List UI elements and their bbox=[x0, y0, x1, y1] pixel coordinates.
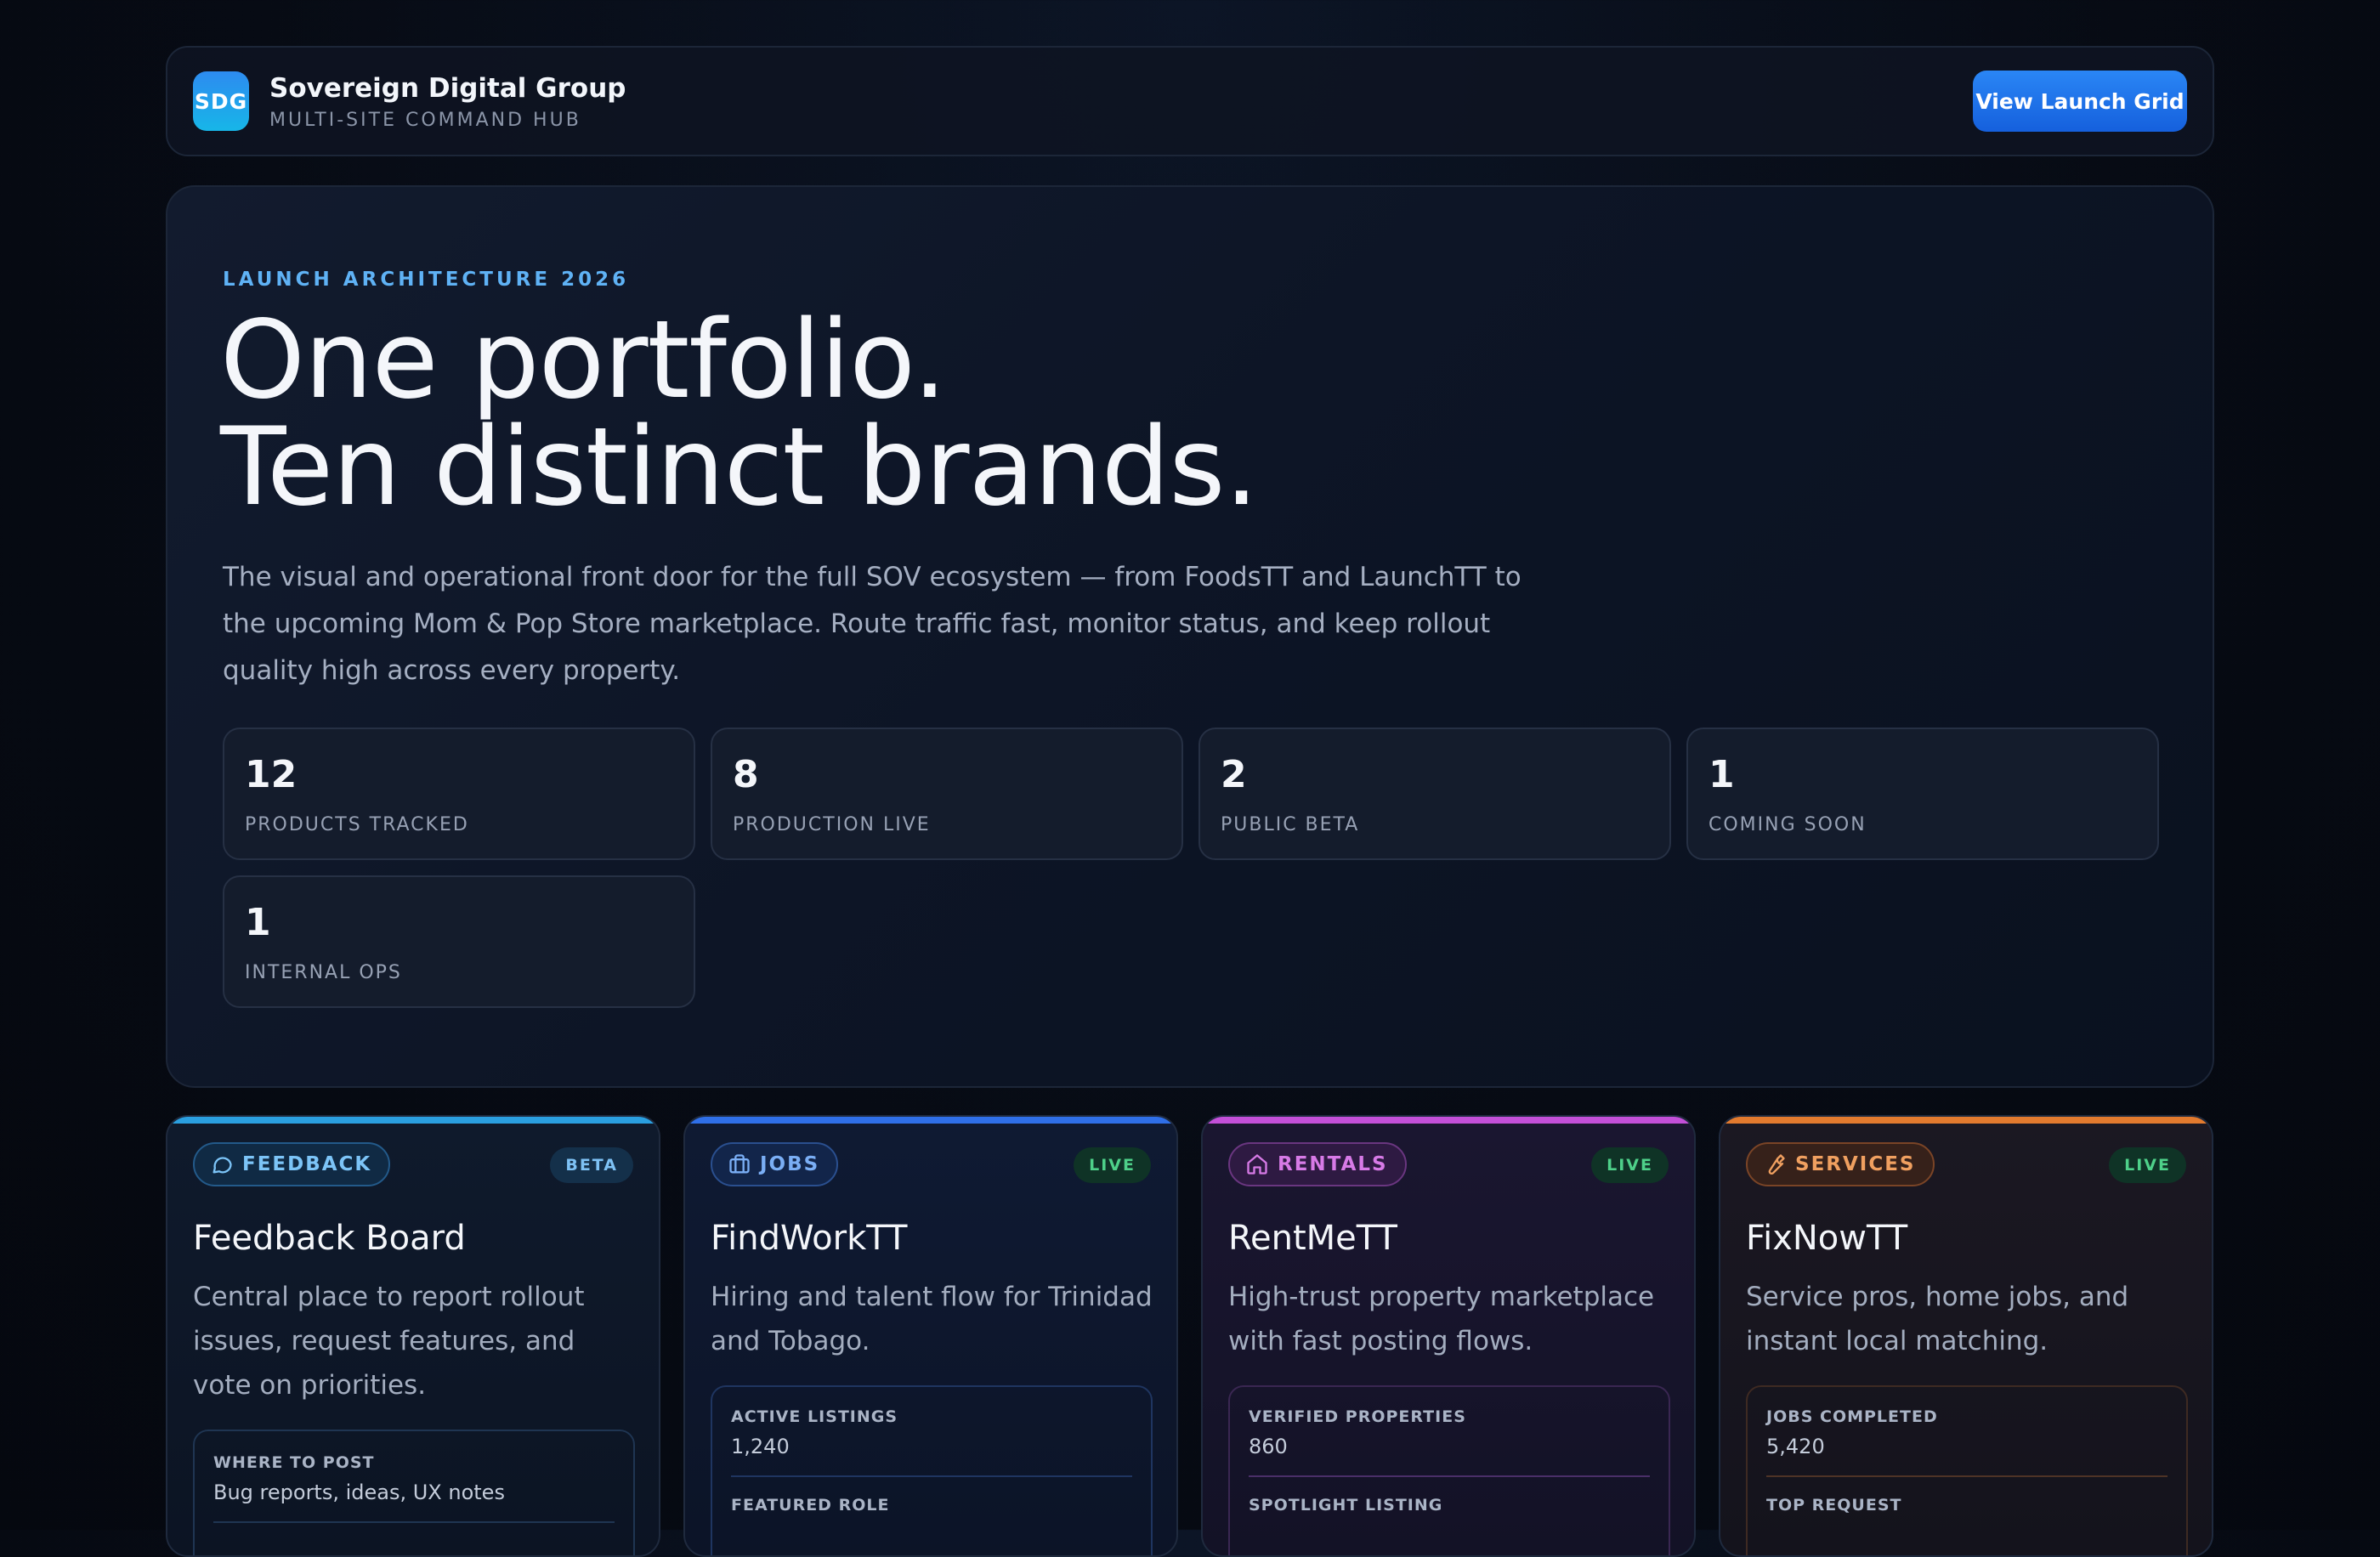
metric-value: 1,240 bbox=[731, 1435, 790, 1458]
metric-label: JOBS COMPLETED bbox=[1766, 1407, 1938, 1426]
status-badge-beta: BETA bbox=[550, 1147, 633, 1183]
chat-bubble-icon bbox=[212, 1157, 232, 1174]
view-launch-grid-button[interactable]: View Launch Grid bbox=[1973, 71, 2187, 132]
house-icon bbox=[1247, 1154, 1267, 1175]
product-card-feedback[interactable]: FEEDBACK BETA Feedback Board Central pla… bbox=[166, 1115, 660, 1557]
stat-value: 8 bbox=[733, 753, 759, 796]
hero-description: The visual and operational front door fo… bbox=[223, 562, 1522, 686]
metric-label: WHERE TO POST bbox=[213, 1453, 375, 1472]
metric-label: ACTIVE LISTINGS bbox=[731, 1407, 898, 1426]
metric-divider bbox=[1766, 1475, 2168, 1477]
card-metrics: VERIFIED PROPERTIES 860 SPOTLIGHT LISTIN… bbox=[1228, 1385, 1670, 1555]
metric-divider bbox=[731, 1475, 1132, 1477]
tag-label: RENTALS bbox=[1278, 1153, 1388, 1175]
category-tag-rentals[interactable]: RENTALS bbox=[1228, 1142, 1407, 1186]
metric-value: 860 bbox=[1249, 1435, 1288, 1458]
status-badge-live: LIVE bbox=[1591, 1147, 1669, 1183]
stat-label: PRODUCTION LIVE bbox=[733, 814, 931, 835]
metric-label: FEATURED ROLE bbox=[731, 1496, 890, 1515]
hero-panel: LAUNCH ARCHITECTURE 2026 One portfolio. … bbox=[166, 185, 2214, 1088]
top-bar: SDG Sovereign Digital Group MULTI-SITE C… bbox=[166, 46, 2214, 156]
metric-value: 5,420 bbox=[1766, 1435, 1825, 1458]
tag-label: FEEDBACK bbox=[242, 1153, 372, 1175]
card-title[interactable]: FixNowTT bbox=[1746, 1219, 1907, 1258]
metric-label: VERIFIED PROPERTIES bbox=[1249, 1407, 1466, 1426]
product-card-findworktt[interactable]: JOBS LIVE FindWorkTT Hiring and talent f… bbox=[683, 1115, 1178, 1557]
stat-value: 2 bbox=[1221, 753, 1247, 796]
metric-label: TOP REQUEST bbox=[1766, 1496, 1902, 1515]
stat-label: INTERNAL OPS bbox=[245, 962, 402, 983]
card-title[interactable]: FindWorkTT bbox=[711, 1219, 907, 1258]
metric-divider bbox=[213, 1521, 615, 1523]
card-metrics: WHERE TO POST Bug reports, ideas, UX not… bbox=[193, 1430, 635, 1555]
card-accent-bar bbox=[1720, 1117, 2212, 1124]
card-description: High-trust property marketplace with fas… bbox=[1228, 1282, 1655, 1356]
stat-value: 1 bbox=[1708, 753, 1735, 796]
status-badge-live: LIVE bbox=[1074, 1147, 1151, 1183]
wrench-icon bbox=[1768, 1154, 1785, 1175]
card-accent-bar bbox=[685, 1117, 1176, 1124]
category-tag-feedback[interactable]: FEEDBACK bbox=[193, 1142, 391, 1186]
product-card-fixnowtt[interactable]: SERVICES LIVE FixNowTT Service pros, hom… bbox=[1719, 1115, 2213, 1557]
card-metrics: JOBS COMPLETED 5,420 TOP REQUEST bbox=[1746, 1385, 2188, 1555]
stat-products-tracked: 12 PRODUCTS TRACKED bbox=[223, 728, 695, 860]
brand-name: Sovereign Digital Group bbox=[269, 72, 626, 104]
hero-headline-line-2: Ten distinct brands. bbox=[220, 404, 1259, 529]
card-description: Central place to report rollout issues, … bbox=[193, 1282, 585, 1401]
tag-label: SERVICES bbox=[1795, 1153, 1916, 1175]
stat-label: PUBLIC BETA bbox=[1221, 814, 1360, 835]
stat-production-live: 8 PRODUCTION LIVE bbox=[711, 728, 1183, 860]
status-badge-live: LIVE bbox=[2109, 1147, 2186, 1183]
stat-label: COMING SOON bbox=[1708, 814, 1867, 835]
card-metrics: ACTIVE LISTINGS 1,240 FEATURED ROLE bbox=[711, 1385, 1153, 1555]
tag-label: JOBS bbox=[760, 1153, 820, 1175]
stat-internal-ops: 1 INTERNAL OPS bbox=[223, 875, 695, 1008]
brand-logo[interactable]: SDG bbox=[193, 71, 249, 131]
card-description: Hiring and talent flow for Trinidad and … bbox=[711, 1282, 1153, 1356]
hero-headline-line-1: One portfolio. bbox=[220, 297, 947, 422]
card-title[interactable]: Feedback Board bbox=[193, 1219, 466, 1258]
card-description: Service pros, home jobs, and instant loc… bbox=[1746, 1282, 2129, 1356]
stat-value: 12 bbox=[245, 753, 298, 796]
metric-value: Bug reports, ideas, UX notes bbox=[213, 1481, 505, 1504]
brand-subtitle: MULTI-SITE COMMAND HUB bbox=[269, 109, 581, 131]
card-title[interactable]: RentMeTT bbox=[1228, 1219, 1397, 1258]
metric-label: SPOTLIGHT LISTING bbox=[1249, 1496, 1443, 1515]
stat-public-beta: 2 PUBLIC BETA bbox=[1198, 728, 1671, 860]
stat-coming-soon: 1 COMING SOON bbox=[1686, 728, 2159, 860]
hero-headline: One portfolio. Ten distinct brands. bbox=[220, 297, 1750, 529]
stat-label: PRODUCTS TRACKED bbox=[245, 814, 469, 835]
brand-block: Sovereign Digital Group MULTI-SITE COMMA… bbox=[269, 72, 626, 131]
category-tag-jobs[interactable]: JOBS bbox=[711, 1142, 839, 1186]
hero-eyebrow: LAUNCH ARCHITECTURE 2026 bbox=[223, 269, 630, 291]
stat-value: 1 bbox=[245, 901, 271, 944]
card-accent-bar bbox=[1203, 1117, 1694, 1124]
category-tag-services[interactable]: SERVICES bbox=[1746, 1142, 1935, 1186]
briefcase-icon bbox=[729, 1154, 750, 1174]
card-accent-bar bbox=[167, 1117, 659, 1124]
product-card-rentmett[interactable]: RENTALS LIVE RentMeTT High-trust propert… bbox=[1201, 1115, 1696, 1557]
metric-divider bbox=[1249, 1475, 1650, 1477]
